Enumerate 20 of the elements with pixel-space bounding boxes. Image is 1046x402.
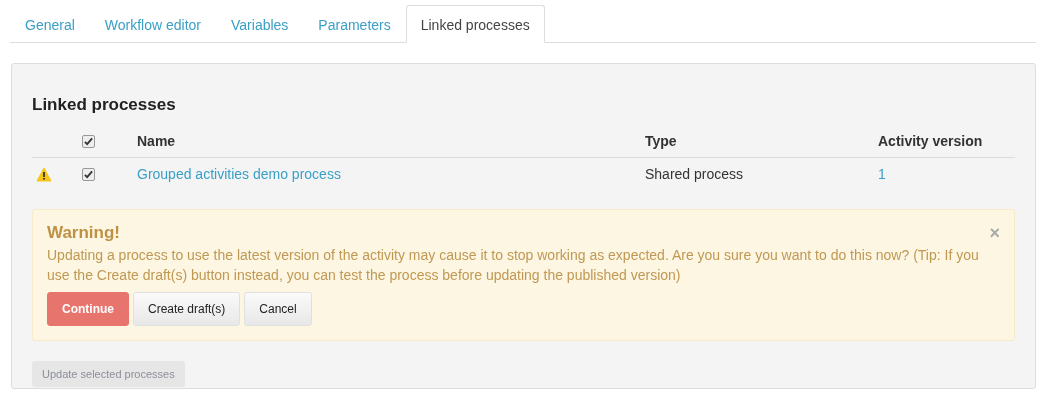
alert-title: Warning! (47, 221, 122, 244)
tab[interactable]: General (10, 5, 90, 43)
column-header: Name (137, 132, 176, 149)
version-link[interactable]: 1 (878, 165, 886, 182)
checkbox[interactable] (82, 167, 95, 181)
table-cell: Shared process (645, 165, 744, 182)
panel-title: Linked processes (32, 94, 177, 116)
column-header: Activity version (878, 132, 983, 149)
alert-button[interactable]: Cancel (244, 291, 312, 326)
tab[interactable]: Linked processes (405, 5, 545, 43)
checkbox[interactable] (82, 134, 95, 148)
tab[interactable]: Parameters (303, 5, 406, 43)
alert-button[interactable]: Create draft(s) (133, 291, 241, 326)
alert-message: Updating a process to use the latest version of the activity may cause it to stop working as expected. Are you sure you want to do this now? (Tip: If you use the Create draft(s) button instead, you can test the process before updating the published version) (47, 246, 980, 286)
tab[interactable]: Workflow editor (89, 5, 217, 43)
continue-button[interactable]: Continue (47, 291, 129, 326)
column-header: Type (645, 132, 677, 149)
close-button[interactable]: × (989, 219, 1000, 244)
process-link[interactable]: Grouped activities demo process (137, 165, 341, 182)
tab[interactable]: Variables (216, 5, 304, 43)
